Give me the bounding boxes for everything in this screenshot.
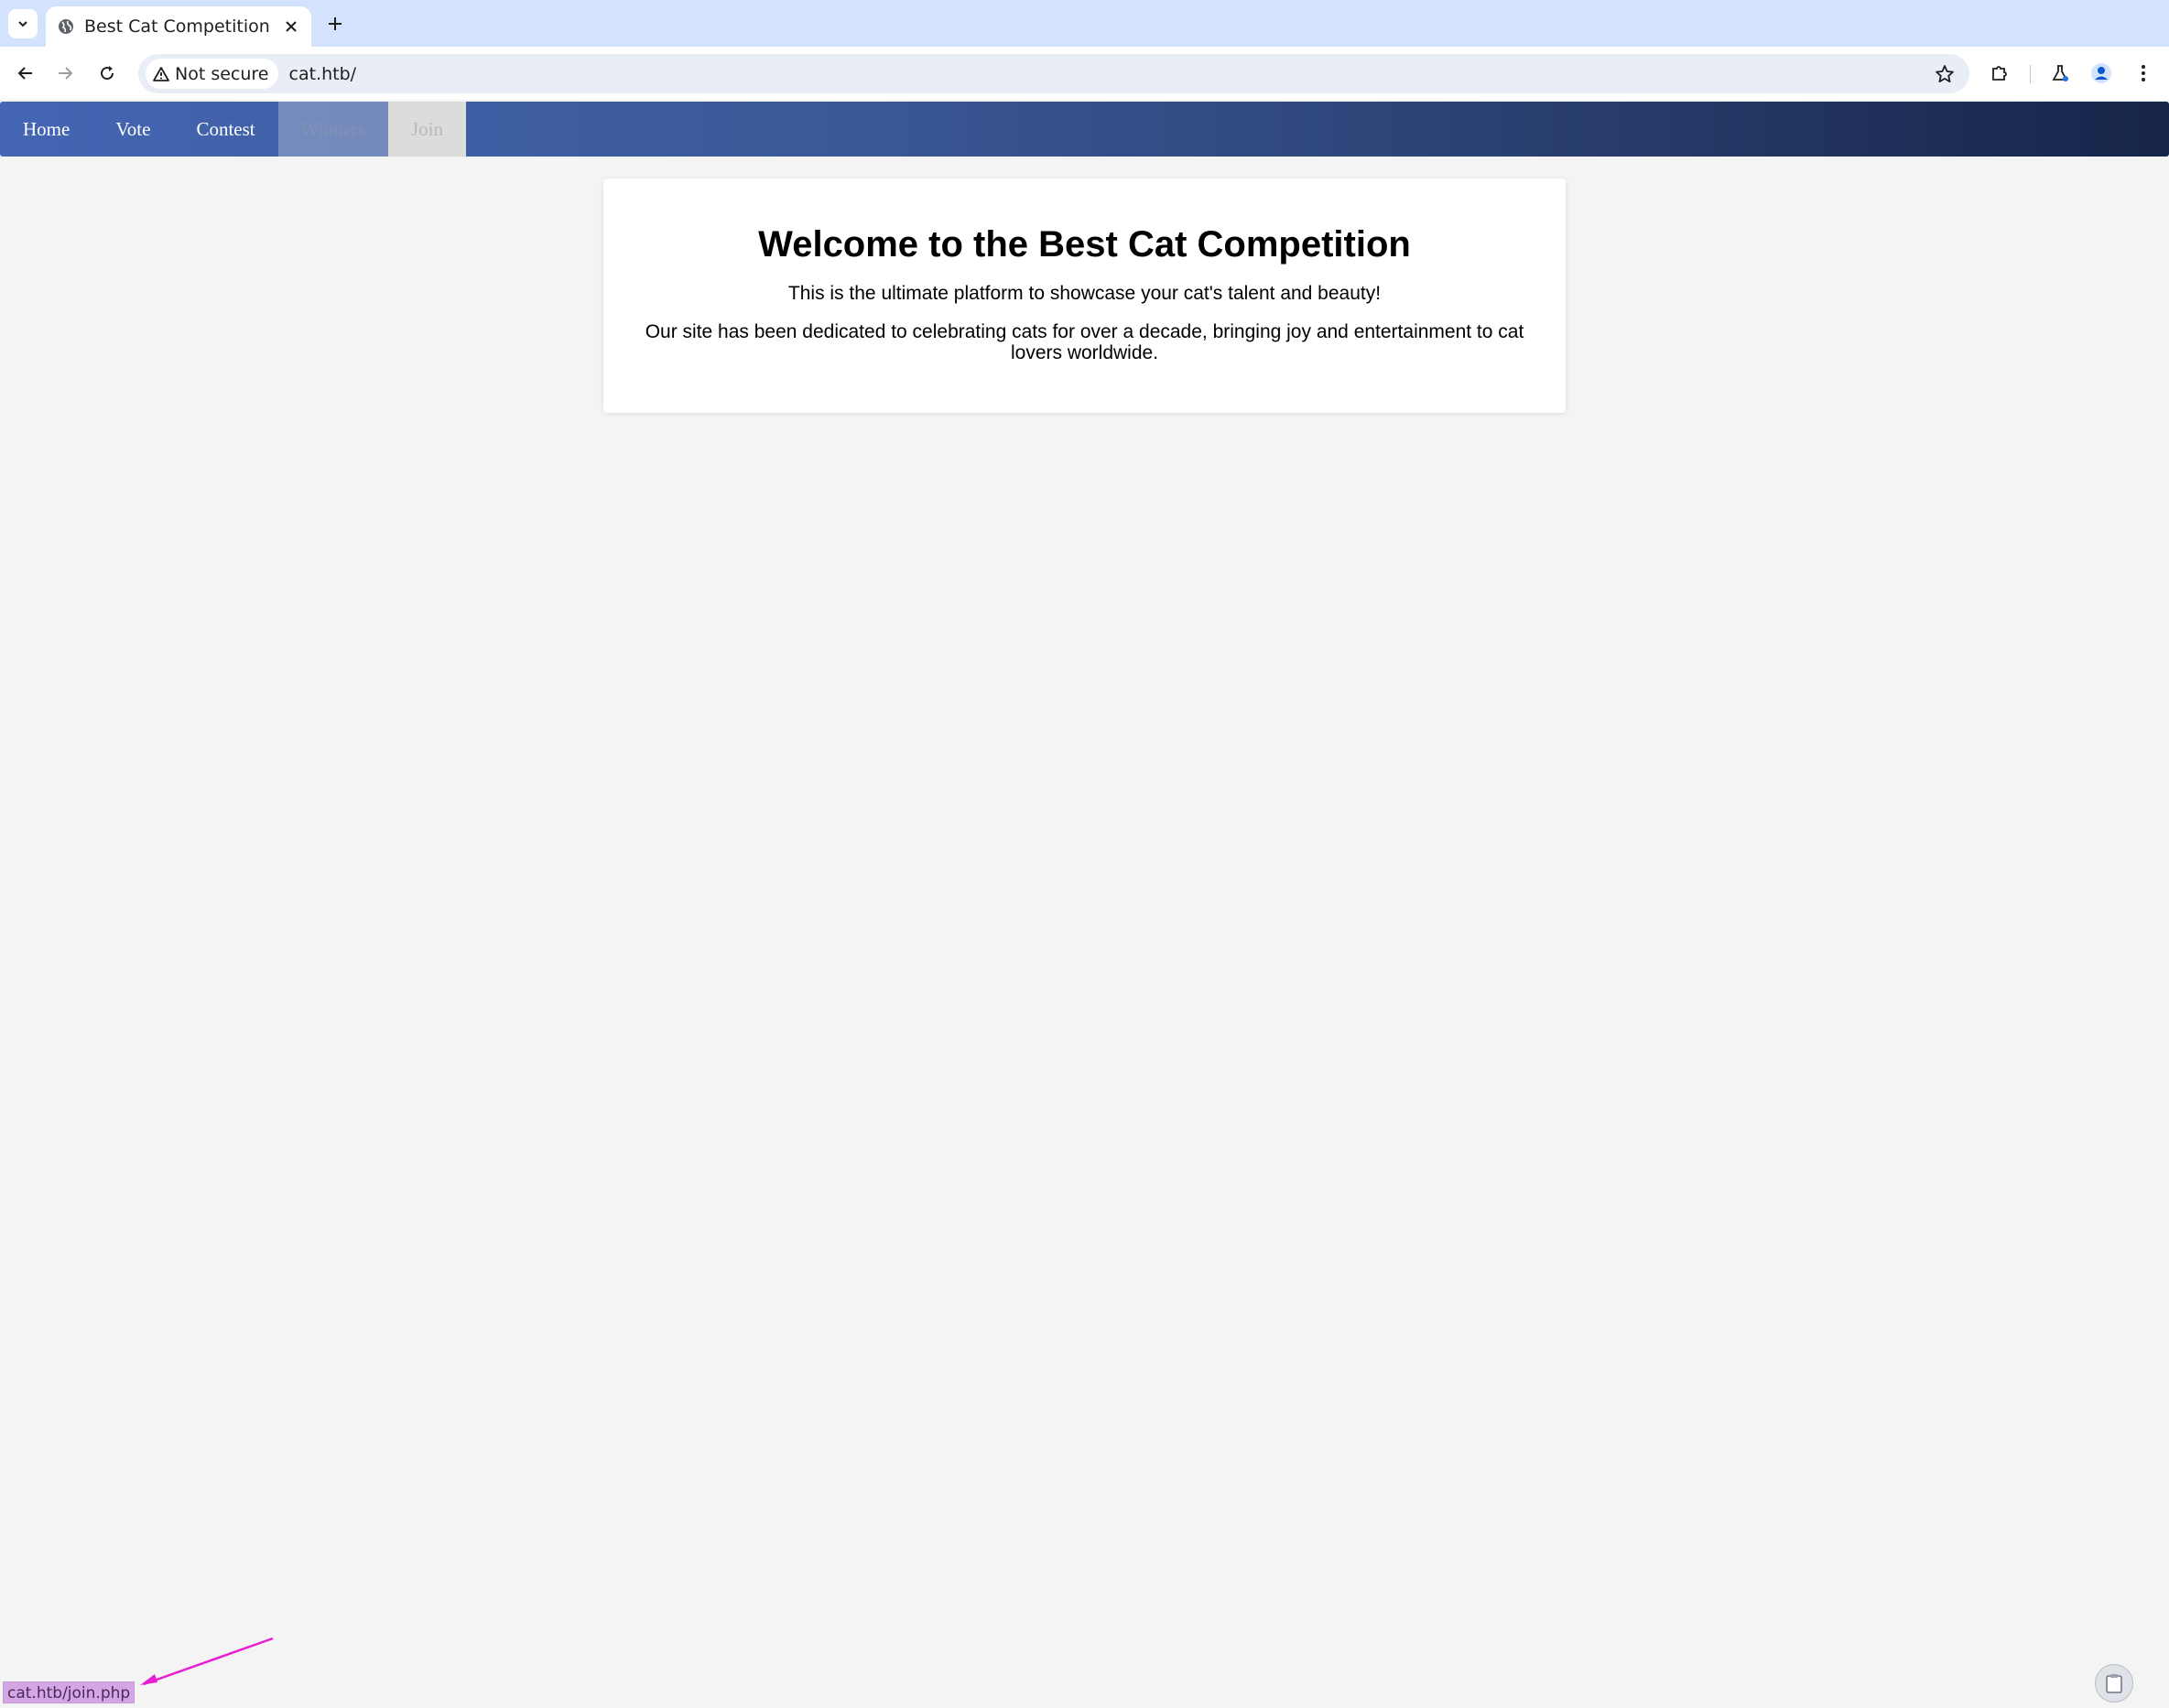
bookmark-button[interactable] (1933, 62, 1957, 86)
toolbar-divider (2030, 65, 2031, 83)
status-bar-url: cat.htb/join.php (3, 1681, 136, 1703)
profile-button[interactable] (2088, 59, 2115, 87)
tab-strip: Best Cat Competition (0, 0, 2169, 47)
address-bar[interactable]: Not secure cat.htb/ (138, 54, 1969, 93)
reload-icon (101, 66, 114, 81)
labs-button[interactable] (2046, 59, 2074, 87)
new-tab-button[interactable] (322, 11, 348, 37)
nav-home[interactable]: Home (0, 102, 92, 157)
forward-button[interactable] (51, 59, 79, 87)
url-text[interactable]: cat.htb/ (289, 64, 357, 84)
kebab-menu-icon (2142, 65, 2145, 81)
arrow-left-icon (17, 67, 32, 80)
globe-icon (59, 19, 73, 34)
annotation-arrow-icon (140, 1637, 274, 1686)
security-label: Not secure (175, 63, 269, 84)
intro-paragraph: This is the ultimate platform to showcas… (787, 283, 1382, 304)
warning-icon (153, 66, 169, 81)
page-title: Welcome to the Best Cat Competition (758, 224, 1411, 265)
chevron-down-icon (18, 21, 27, 27)
plus-icon (329, 17, 342, 30)
welcome-card: Welcome to the Best Cat Competition This… (603, 178, 1566, 413)
flask-icon (2052, 65, 2068, 81)
back-button[interactable] (12, 59, 39, 87)
clipboard-icon (2106, 1674, 2122, 1693)
extensions-button[interactable] (1986, 59, 2013, 87)
tab-search-button[interactable] (8, 9, 38, 38)
about-paragraph: Our site has been dedicated to celebrati… (645, 321, 1524, 363)
nav-join[interactable]: Join (387, 102, 466, 157)
menu-button[interactable] (2130, 59, 2157, 87)
nav-vote[interactable]: Vote (92, 102, 173, 157)
page-viewport: Home Vote Contest Winners Join Welcome t… (0, 100, 2169, 1708)
puzzle-icon (1992, 66, 2007, 81)
nav-contest[interactable]: Contest (173, 102, 277, 157)
browser-toolbar: Not secure cat.htb/ (0, 47, 2169, 100)
tab-title: Best Cat Competition (84, 16, 270, 37)
active-tab[interactable]: Best Cat Competition (46, 6, 311, 47)
star-icon (1936, 65, 1954, 83)
arrow-right-icon (59, 67, 73, 80)
security-indicator[interactable]: Not secure (146, 59, 278, 89)
reload-button[interactable] (93, 59, 121, 87)
site-navbar: Home Vote Contest Winners Join (0, 102, 2169, 157)
clipboard-button[interactable] (2095, 1664, 2133, 1703)
nav-winners[interactable]: Winners (277, 102, 388, 157)
close-tab-icon[interactable] (282, 17, 300, 36)
avatar-icon (2091, 63, 2111, 83)
